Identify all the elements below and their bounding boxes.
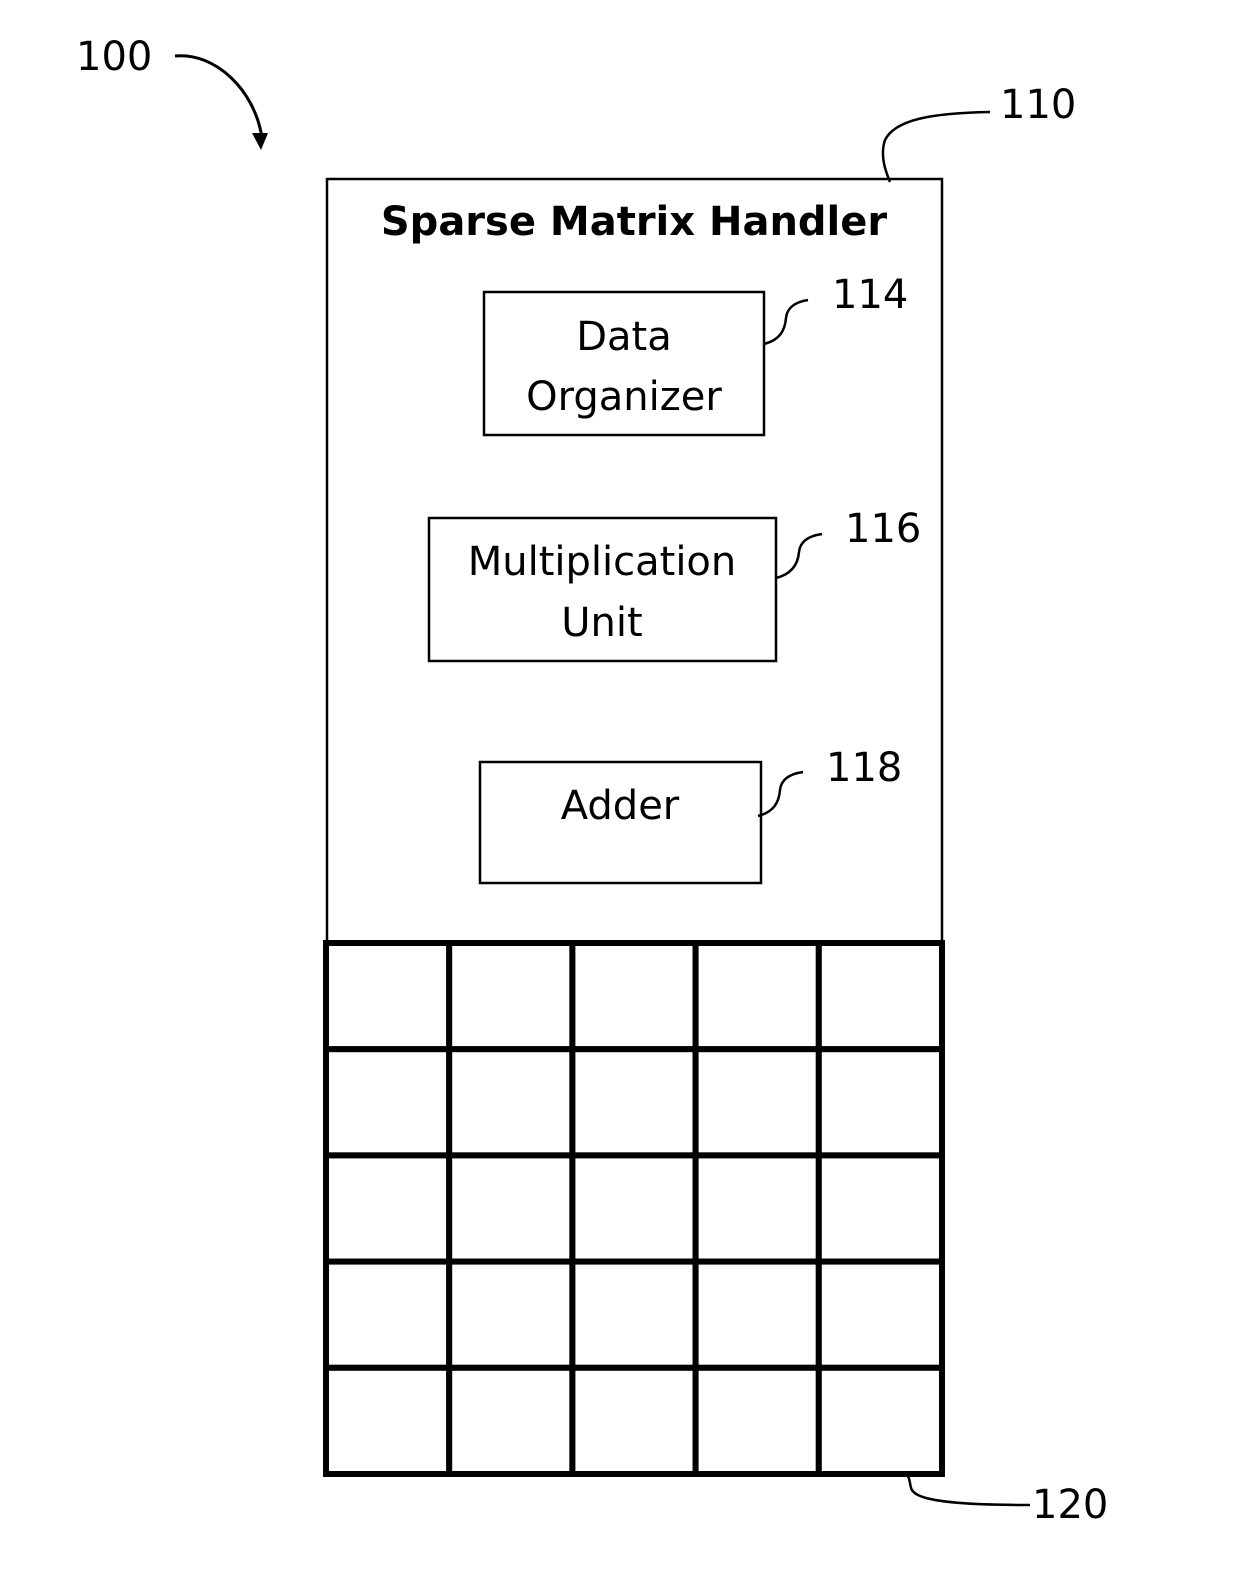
array-cell-r1-c2: [569, 1046, 699, 1159]
ref-label-110: 110: [1000, 82, 1076, 128]
array-cell-r2-c0: [323, 1152, 453, 1265]
array-cell-r0-c3: [692, 940, 822, 1053]
ref-label-116: 116: [845, 506, 921, 552]
array-cell-r4-c4: [815, 1364, 945, 1478]
array-cell-r1-c3: [692, 1046, 822, 1159]
leader-arrow-100: [174, 54, 264, 139]
data-organizer-line-1: Data: [576, 314, 672, 360]
array-cell-r2-c1: [446, 1152, 576, 1265]
ref-label-114: 114: [832, 272, 908, 318]
array-cell-r4-c2: [569, 1364, 699, 1478]
ref-label-118: 118: [826, 745, 902, 791]
array-cell-r2-c3: [692, 1152, 822, 1265]
array-cell-r3-c0: [323, 1258, 453, 1371]
multiplication-unit-line-2: Unit: [561, 600, 642, 646]
array-cell-r1-c4: [815, 1046, 945, 1159]
arrowhead-icon: [252, 133, 268, 150]
array-cell-r0-c1: [446, 940, 576, 1053]
array-cell-r4-c3: [692, 1364, 822, 1478]
array-cell-r3-c3: [692, 1258, 822, 1371]
leader-line-114: [763, 298, 809, 346]
array-cell-r3-c2: [569, 1258, 699, 1371]
leader-line-120: [906, 1475, 1031, 1507]
array-cell-r3-c1: [446, 1258, 576, 1371]
array-cell-r0-c2: [569, 940, 699, 1053]
leader-line-110: [881, 110, 991, 183]
leader-line-118: [757, 770, 804, 818]
array-cell-r0-c4: [815, 940, 945, 1053]
multiplication-unit-line-1: Multiplication: [468, 539, 737, 585]
array-cell-r0-c0: [323, 940, 453, 1053]
array-cell-r2-c2: [569, 1152, 699, 1265]
array-cell-r4-c0: [323, 1364, 453, 1478]
array-cell-r1-c1: [446, 1046, 576, 1159]
handler-title: Sparse Matrix Handler: [381, 199, 888, 245]
array-cell-r4-c1: [446, 1364, 576, 1478]
array-cell-r3-c4: [815, 1258, 945, 1371]
data-organizer-line-2: Organizer: [526, 374, 722, 420]
adder-line-1: Adder: [561, 783, 680, 829]
ref-label-100: 100: [76, 34, 152, 80]
processing-element-array: [323, 940, 945, 1478]
ref-label-120: 120: [1032, 1482, 1108, 1528]
array-cell-r1-c0: [323, 1046, 453, 1159]
leader-line-116: [775, 532, 823, 580]
array-cell-r2-c4: [815, 1152, 945, 1265]
diagram-canvas: 100 110 Sparse Matrix Handler Data Organ…: [76, 34, 1108, 1528]
